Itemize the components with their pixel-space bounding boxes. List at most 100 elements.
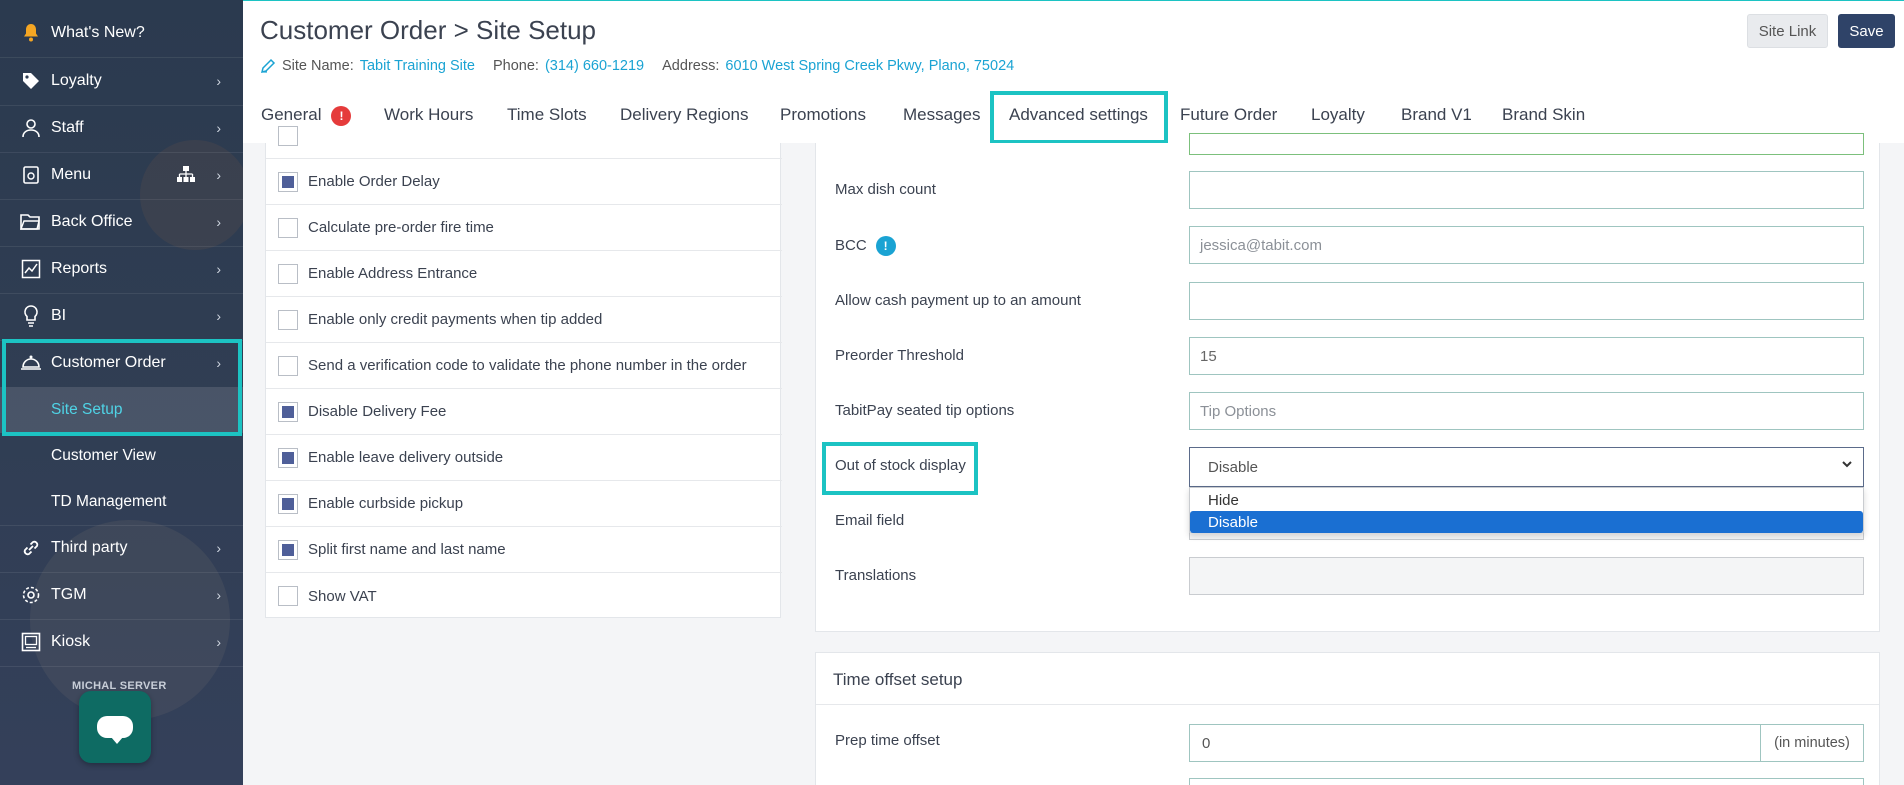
max-dish-count-label: Max dish count [835, 181, 936, 198]
list-item: Calculate pre-order fire time [266, 205, 782, 251]
sidebar-item-label: What's New? [51, 24, 145, 41]
time-offset-panel: Time offset setup Prep time offset 0 (in… [815, 652, 1880, 785]
partial-input[interactable] [1189, 133, 1864, 155]
checkbox-label: Send a verification code to validate the… [308, 357, 747, 374]
breadcrumb-parent[interactable]: Customer Order [260, 15, 446, 45]
sidebar-subitem-label: Customer View [51, 447, 156, 464]
chevron-right-icon: › [216, 261, 221, 277]
tab-brand-skin[interactable]: Brand Skin [1502, 105, 1585, 125]
sidebar: What's New? Loyalty › Staff › Menu › Bac… [0, 0, 243, 785]
sidebar-item-staff[interactable]: Staff › [0, 105, 243, 151]
checkbox[interactable] [278, 309, 298, 330]
chevron-right-icon: › [216, 308, 221, 324]
translations-input[interactable] [1189, 557, 1864, 595]
sidebar-subitem-customer-view[interactable]: Customer View [0, 433, 243, 479]
list-item: Disable Delivery Fee [266, 389, 782, 435]
site-link-button[interactable]: Site Link [1747, 14, 1828, 48]
tab-promotions[interactable]: Promotions [780, 105, 866, 125]
checkbox[interactable] [278, 493, 298, 514]
bcc-label: BCC! [835, 236, 896, 256]
gear-icon [20, 584, 42, 606]
prep-time-offset-input[interactable]: 0 [1189, 724, 1761, 762]
max-dish-count-input[interactable] [1189, 171, 1864, 209]
address-value: 6010 West Spring Creek Pkwy, Plano, 7502… [725, 58, 1015, 74]
checkbox-label: Show VAT [308, 587, 377, 605]
highlight-frame [822, 442, 978, 495]
list-item: Split first name and last name [266, 527, 782, 573]
option-disable[interactable]: Disable [1190, 511, 1863, 533]
tab-loyalty[interactable]: Loyalty [1311, 105, 1365, 125]
chat-button[interactable] [79, 691, 151, 763]
sidebar-subitem-td-management[interactable]: TD Management [0, 479, 243, 525]
sidebar-item-whats-new[interactable]: What's New? [0, 10, 243, 56]
chevron-right-icon: › [216, 167, 221, 183]
sidebar-item-menu[interactable]: Menu › [0, 152, 243, 198]
checkbox[interactable] [278, 401, 298, 422]
list-item: Enable curbside pickup [266, 481, 782, 527]
checkbox[interactable] [278, 125, 298, 146]
sidebar-item-tgm[interactable]: TGM › [0, 572, 243, 618]
chevron-down-icon [1841, 457, 1853, 473]
tip-options-input[interactable]: Tip Options [1189, 392, 1864, 430]
list-item: Enable only credit payments when tip add… [266, 297, 782, 343]
checkbox[interactable] [278, 263, 298, 284]
list-item: Show VAT [266, 573, 782, 619]
sidebar-item-third-party[interactable]: Third party › [0, 525, 243, 571]
checkbox-label: Calculate pre-order fire time [308, 219, 494, 236]
folder-icon [20, 211, 42, 233]
tab-future-order[interactable]: Future Order [1180, 105, 1277, 125]
checkbox-label: Enable curbside pickup [308, 495, 464, 512]
advanced-fields-panel: Max dish count BCC! jessica@tabit.com Al… [815, 133, 1880, 632]
chat-bubble-icon [97, 716, 133, 744]
bcc-label-text: BCC [835, 236, 867, 254]
option-hide[interactable]: Hide [1190, 489, 1863, 511]
sidebar-item-kiosk[interactable]: Kiosk › [0, 619, 243, 665]
tag-icon [20, 70, 42, 92]
chart-icon [20, 258, 42, 280]
checkbox[interactable] [278, 355, 298, 376]
sidebar-item-bi[interactable]: BI › [0, 293, 243, 339]
tip-options-label: TabitPay seated tip options [835, 402, 1015, 419]
checkbox[interactable] [278, 447, 298, 468]
options-panel: Enable Order Delay Calculate pre-order f… [265, 125, 782, 619]
menu-book-icon [20, 164, 42, 186]
out-of-stock-select[interactable]: Disable [1189, 447, 1864, 487]
checkbox-label: Enable only credit payments when tip add… [308, 311, 603, 328]
sidebar-item-label: Kiosk [51, 633, 91, 650]
save-button[interactable]: Save [1838, 14, 1895, 48]
cash-payment-label: Allow cash payment up to an amount [835, 292, 1081, 309]
checkbox-label: Disable Delivery Fee [308, 403, 447, 420]
sidebar-item-loyalty[interactable]: Loyalty › [0, 58, 243, 104]
sidebar-item-label: Back Office [51, 213, 133, 230]
select-value: Disable [1208, 458, 1259, 476]
bcc-input[interactable]: jessica@tabit.com [1189, 226, 1864, 264]
sidebar-item-reports[interactable]: Reports › [0, 246, 243, 292]
highlight-frame [990, 91, 1168, 144]
sidebar-subitem-label: TD Management [51, 493, 167, 510]
checkbox-label: Enable Order Delay [308, 173, 440, 190]
checkbox[interactable] [278, 539, 298, 560]
out-of-stock-dropdown: Hide Disable [1189, 487, 1864, 533]
hierarchy-icon[interactable] [177, 166, 195, 187]
chevron-right-icon: › [216, 73, 221, 89]
partial-input[interactable] [1189, 778, 1864, 785]
preorder-threshold-input[interactable]: 15 [1189, 337, 1864, 375]
tab-brand-v1[interactable]: Brand V1 [1401, 105, 1472, 125]
list-item: Enable leave delivery outside [266, 435, 782, 481]
translations-label: Translations [835, 567, 917, 584]
pencil-icon[interactable] [260, 58, 276, 74]
checkbox-label: Enable leave delivery outside [308, 449, 504, 466]
checkbox[interactable] [278, 586, 298, 606]
checkbox[interactable] [278, 171, 298, 192]
sidebar-item-label: Third party [51, 539, 128, 556]
sidebar-item-label: Reports [51, 260, 108, 277]
info-icon[interactable]: ! [875, 236, 896, 256]
cash-payment-input[interactable] [1189, 282, 1864, 320]
site-name-label: Site Name: [282, 58, 354, 74]
sidebar-item-label: TGM [51, 586, 87, 603]
sidebar-item-back-office[interactable]: Back Office › [0, 199, 243, 245]
address-label: Address: [662, 58, 720, 74]
checkbox-label: Split first name and last name [308, 541, 506, 558]
tab-messages[interactable]: Messages [903, 105, 980, 125]
checkbox[interactable] [278, 217, 298, 238]
